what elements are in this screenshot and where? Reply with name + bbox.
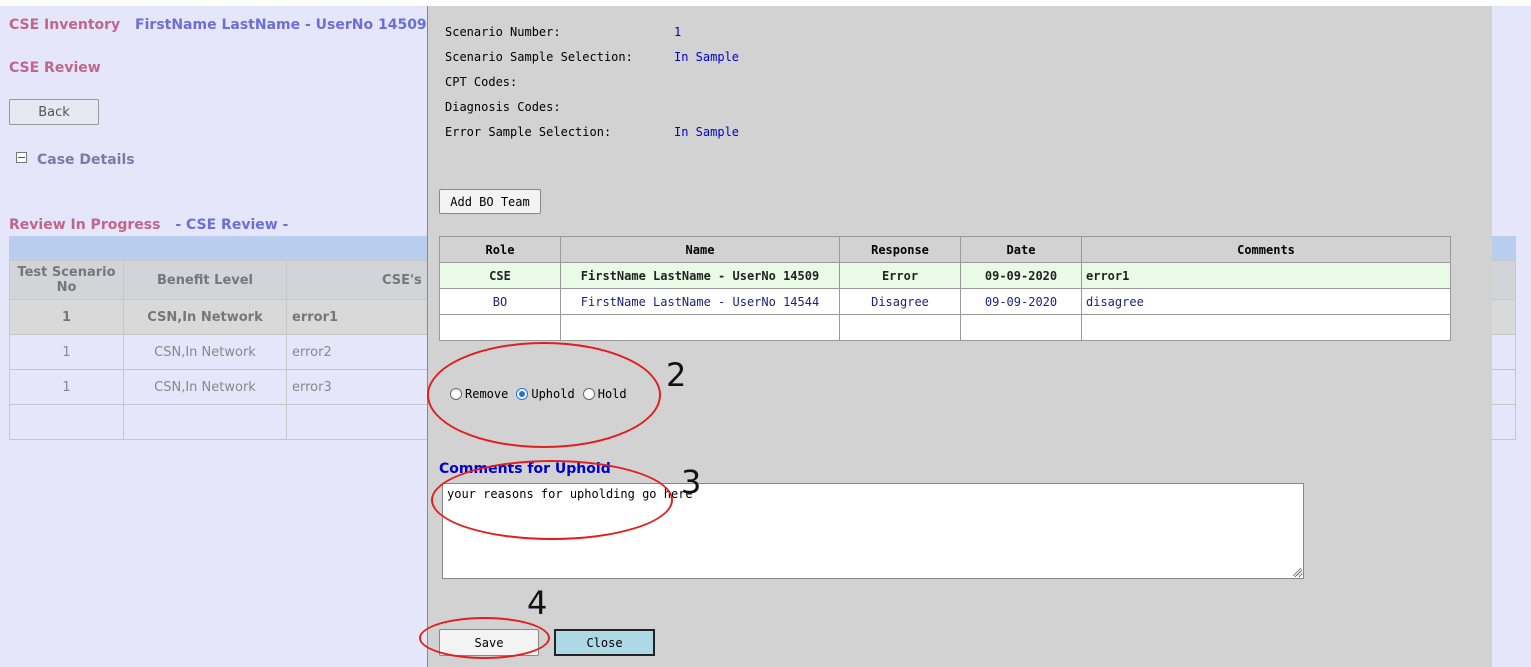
grid-cell-role: CSE: [439, 262, 561, 289]
cell-level: CSN,In Network: [123, 369, 287, 405]
cell-level: CSN,In Network: [123, 299, 287, 335]
review-grid: Role Name Response Date Comments CSE Fir…: [439, 236, 1451, 341]
grid-header-row: Role Name Response Date Comments: [439, 236, 1451, 263]
grid-row: BO FirstName LastName - UserNo 14544 Dis…: [439, 288, 1451, 315]
comments-label: Comments for Uphold: [439, 461, 611, 477]
review-status-line: Review In Progress - CSE Review -: [9, 217, 288, 233]
cell-no: 1: [9, 334, 124, 370]
hold-radio-label[interactable]: Hold: [598, 387, 627, 401]
uphold-radio-label[interactable]: Uphold: [531, 387, 574, 401]
grid-header-name: Name: [560, 236, 840, 263]
grid-cell-date: 09-09-2020: [960, 288, 1082, 315]
user-title: FirstName LastName - UserNo 14509: [135, 17, 427, 33]
remove-radio-label[interactable]: Remove: [465, 387, 508, 401]
grid-header-role: Role: [439, 236, 561, 263]
page-subtitle: CSE Review: [9, 60, 101, 76]
case-details-label: Case Details: [37, 152, 135, 168]
info-cpt-codes: CPT Codes:: [445, 75, 518, 89]
grid-cell-role: BO: [439, 288, 561, 315]
grid-row-empty: [439, 314, 1451, 341]
review-section: - CSE Review -: [175, 217, 289, 233]
resize-grip-icon[interactable]: [1293, 568, 1301, 576]
comments-textarea[interactable]: your reasons for upholding go here: [442, 483, 1304, 579]
page-header: CSE Inventory FirstName LastName - UserN…: [9, 17, 427, 33]
grid-cell-comments: disagree: [1081, 288, 1451, 315]
grid-cell-response: Error: [839, 262, 961, 289]
cell-no: 1: [9, 299, 124, 335]
hold-radio[interactable]: [582, 388, 595, 400]
header-test-scenario: Test Scenario No: [9, 260, 124, 300]
annotation-number-4: 4: [527, 584, 548, 622]
annotation-number-3: 3: [681, 463, 702, 501]
grid-row: CSE FirstName LastName - UserNo 14509 Er…: [439, 262, 1451, 289]
cell-no: 1: [9, 369, 124, 405]
add-bo-team-button[interactable]: Add BO Team: [439, 189, 541, 214]
header-benefit-level: Benefit Level: [123, 260, 287, 300]
grid-header-comments: Comments: [1081, 236, 1451, 263]
grid-cell-response: Disagree: [839, 288, 961, 315]
annotation-number-2: 2: [666, 356, 687, 394]
info-scenario-sample: Scenario Sample Selection: In Sample: [445, 50, 740, 64]
grid-header-date: Date: [960, 236, 1082, 263]
comments-text: your reasons for upholding go here: [447, 487, 693, 501]
close-button[interactable]: Close: [554, 629, 655, 656]
info-scenario-number: Scenario Number: 1: [445, 25, 682, 39]
grid-header-response: Response: [839, 236, 961, 263]
review-modal: Scenario Number: 1 Scenario Sample Selec…: [427, 6, 1492, 667]
review-status: Review In Progress: [9, 217, 161, 233]
collapse-icon[interactable]: [16, 151, 27, 163]
cell-level: CSN,In Network: [123, 334, 287, 370]
app-title: CSE Inventory: [9, 17, 121, 33]
info-diagnosis-codes: Diagnosis Codes:: [445, 100, 561, 114]
back-button[interactable]: Back: [9, 99, 99, 125]
save-button[interactable]: Save: [439, 629, 539, 656]
info-error-sample: Error Sample Selection: In Sample: [445, 125, 740, 139]
uphold-radio[interactable]: [516, 388, 529, 400]
grid-cell-name: FirstName LastName - UserNo 14509: [560, 262, 840, 289]
decision-radio-group: Remove Uphold Hold: [450, 387, 635, 401]
case-details-toggle[interactable]: Case Details: [16, 151, 135, 168]
grid-cell-name: FirstName LastName - UserNo 14544: [560, 288, 840, 315]
remove-radio[interactable]: [450, 388, 462, 400]
grid-cell-comments: error1: [1081, 262, 1451, 289]
grid-cell-date: 09-09-2020: [960, 262, 1082, 289]
